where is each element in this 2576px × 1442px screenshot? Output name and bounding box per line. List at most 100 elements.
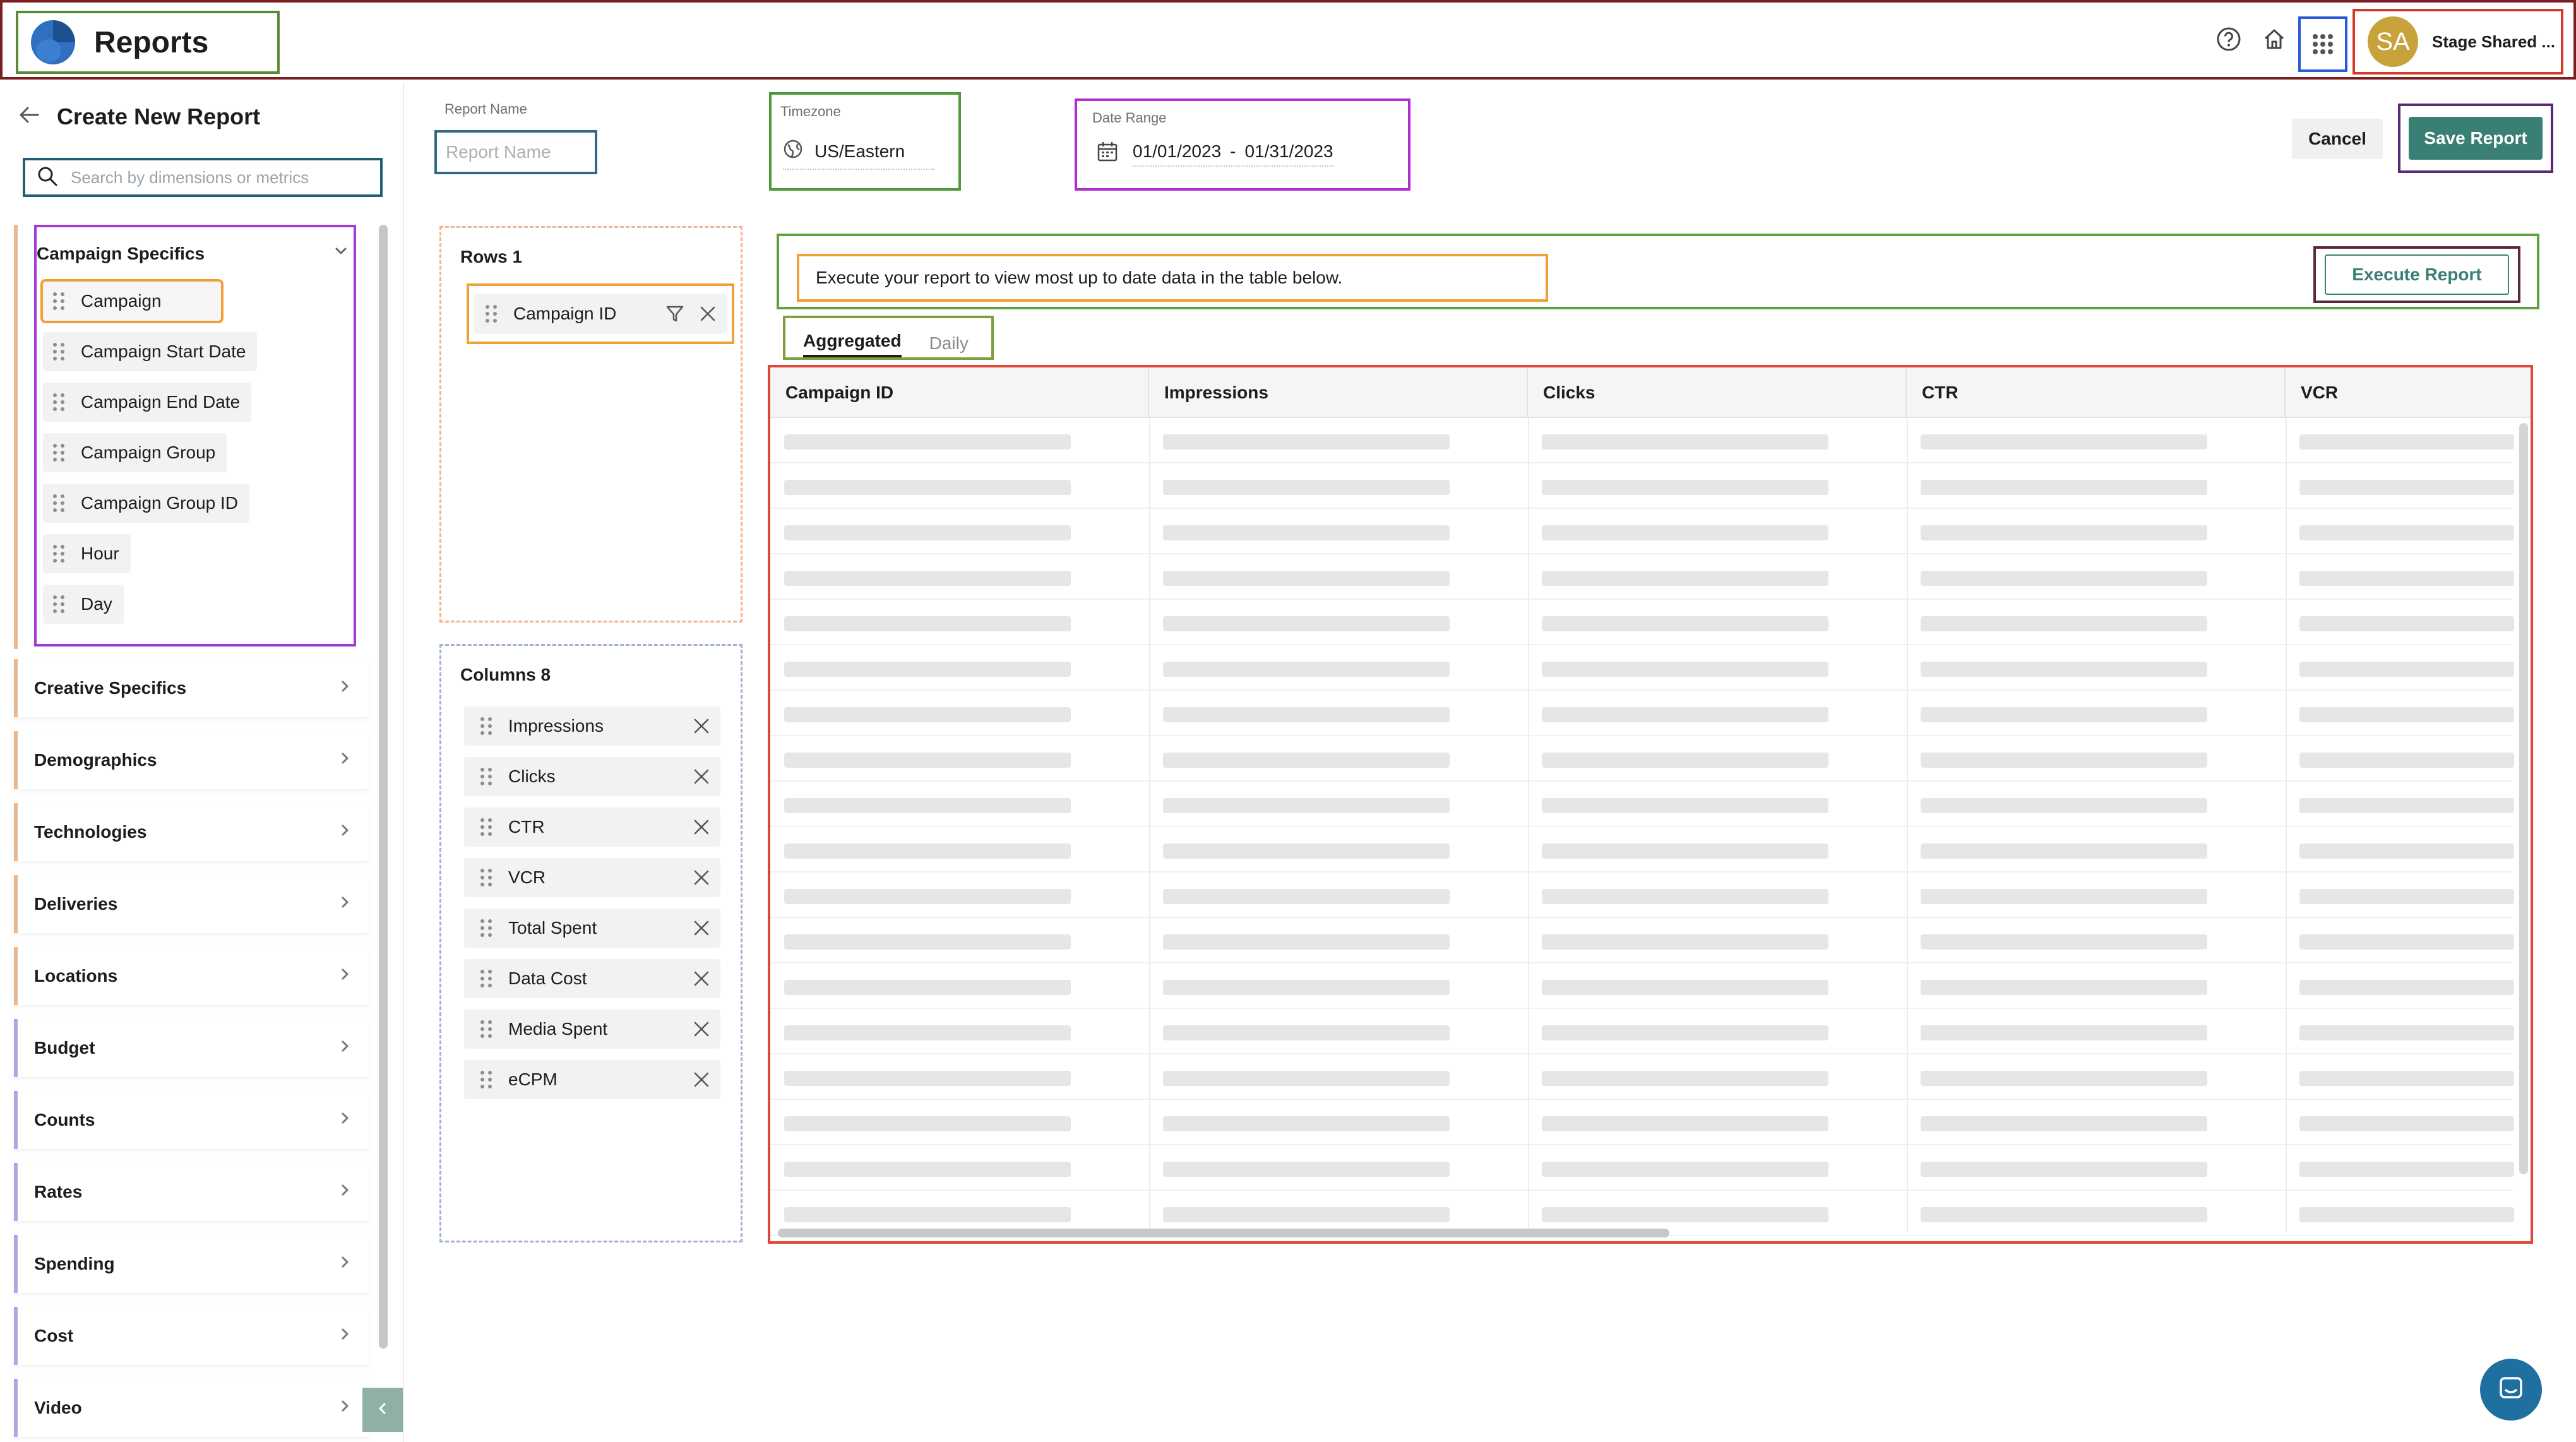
category-locations[interactable]: Locations xyxy=(14,947,369,1005)
report-name-field[interactable] xyxy=(434,130,597,174)
drag-handle-icon[interactable] xyxy=(480,1020,492,1038)
table-row xyxy=(770,1189,2513,1191)
table-horizontal-scrollbar[interactable] xyxy=(778,1229,1669,1237)
sidebar-scroll-thumb[interactable] xyxy=(379,225,388,1349)
search-box[interactable] xyxy=(23,158,383,197)
dimension-chip-hour[interactable]: Hour xyxy=(43,534,131,573)
sidebar-scrollbar[interactable] xyxy=(379,225,388,1349)
report-name-input[interactable] xyxy=(446,142,585,162)
table-row xyxy=(770,689,2513,691)
date-range-field[interactable]: Date Range 01/01/2023 - 01/31/2023 xyxy=(1075,98,1410,191)
dimension-chip-campaign-group[interactable]: Campaign Group xyxy=(43,433,227,472)
loading-placeholder xyxy=(784,934,1071,950)
drag-handle-icon[interactable] xyxy=(53,444,64,462)
column-header-vcr[interactable]: VCR xyxy=(2286,367,2531,418)
drag-handle-icon[interactable] xyxy=(486,305,497,323)
drag-handle-icon[interactable] xyxy=(53,595,64,613)
collapse-sidebar-button[interactable] xyxy=(362,1388,403,1432)
cancel-button[interactable]: Cancel xyxy=(2292,119,2383,159)
column-chip-data-cost[interactable]: Data Cost xyxy=(464,959,720,998)
start-date[interactable]: 01/01/2023 xyxy=(1133,141,1221,162)
column-chip-impressions[interactable]: Impressions xyxy=(464,706,720,746)
column-chip-vcr[interactable]: VCR xyxy=(464,858,720,897)
loading-placeholder xyxy=(1542,1071,1828,1086)
apps-grid-icon[interactable] xyxy=(2298,16,2347,72)
dimension-chip-campaign-group-id[interactable]: Campaign Group ID xyxy=(43,484,250,523)
dimension-chip-day[interactable]: Day xyxy=(43,585,124,624)
search-input[interactable] xyxy=(71,167,374,188)
close-icon[interactable] xyxy=(691,716,712,736)
close-icon[interactable] xyxy=(691,817,712,837)
column-header-ctr[interactable]: CTR xyxy=(1907,367,2286,418)
category-demographics[interactable]: Demographics xyxy=(14,731,369,789)
category-spending[interactable]: Spending xyxy=(14,1235,369,1293)
category-rates[interactable]: Rates xyxy=(14,1163,369,1221)
campaign-specifics-group: Campaign Specifics Campaign Campaign Sta… xyxy=(34,225,356,647)
date-range-picker[interactable]: 01/01/2023 - 01/31/2023 xyxy=(1096,140,1333,167)
category-video[interactable]: Video xyxy=(14,1379,369,1437)
column-chip-media-spent[interactable]: Media Spent xyxy=(464,1010,720,1049)
category-deliveries[interactable]: Deliveries xyxy=(14,875,369,933)
drag-handle-icon[interactable] xyxy=(480,818,492,836)
tab-aggregated[interactable]: Aggregated xyxy=(803,331,902,357)
loading-placeholder xyxy=(1542,1162,1828,1177)
loading-placeholder xyxy=(1921,1162,2207,1177)
dimension-chip-campaign[interactable]: Campaign xyxy=(40,279,224,323)
drag-handle-icon[interactable] xyxy=(53,545,64,563)
loading-placeholder xyxy=(784,1025,1071,1040)
end-date[interactable]: 01/31/2023 xyxy=(1244,141,1333,162)
column-chip-ctr[interactable]: CTR xyxy=(464,807,720,847)
drag-handle-icon[interactable] xyxy=(53,343,64,360)
drag-handle-icon[interactable] xyxy=(480,768,492,785)
table-row xyxy=(770,508,2513,509)
arrow-left-icon[interactable] xyxy=(16,102,42,131)
column-header-campaign-id[interactable]: Campaign ID xyxy=(770,367,1149,418)
save-report-button[interactable]: Save Report xyxy=(2409,117,2543,160)
help-circle-icon[interactable] xyxy=(2215,25,2243,53)
close-icon[interactable] xyxy=(698,304,718,328)
drag-handle-icon[interactable] xyxy=(480,919,492,937)
campaign-specifics-header[interactable]: Campaign Specifics xyxy=(37,242,359,265)
chevron-down-icon[interactable] xyxy=(332,242,350,265)
chevron-left-icon xyxy=(374,1400,391,1420)
filter-icon[interactable] xyxy=(665,304,685,328)
timezone-field[interactable]: Timezone US/Eastern xyxy=(769,92,961,191)
brand[interactable]: Reports xyxy=(16,11,280,74)
close-icon[interactable] xyxy=(691,1019,712,1039)
chat-button[interactable] xyxy=(2480,1359,2542,1421)
close-icon[interactable] xyxy=(691,918,712,938)
tab-daily[interactable]: Daily xyxy=(929,333,969,357)
close-icon[interactable] xyxy=(691,1070,712,1090)
category-budget[interactable]: Budget xyxy=(14,1019,369,1077)
drag-handle-icon[interactable] xyxy=(480,1071,492,1088)
close-icon[interactable] xyxy=(691,766,712,787)
dimension-chip-campaign-end-date[interactable]: Campaign End Date xyxy=(43,383,252,422)
app-root: Reports SA Stage Shared ... Create New R… xyxy=(0,0,2576,1442)
row-chip-campaign-id[interactable]: Campaign ID xyxy=(467,283,734,344)
category-counts[interactable]: Counts xyxy=(14,1091,369,1149)
drag-handle-icon[interactable] xyxy=(53,494,64,512)
drag-handle-icon[interactable] xyxy=(53,393,64,411)
drag-handle-icon[interactable] xyxy=(480,970,492,987)
user-menu[interactable]: SA Stage Shared ... xyxy=(2352,9,2563,74)
drag-handle-icon[interactable] xyxy=(480,717,492,735)
category-cost[interactable]: Cost xyxy=(14,1307,369,1365)
home-icon[interactable] xyxy=(2260,25,2288,53)
drag-handle-icon[interactable] xyxy=(480,869,492,886)
column-chip-total-spent[interactable]: Total Spent xyxy=(464,909,720,948)
column-chip-ecpm[interactable]: eCPM xyxy=(464,1060,720,1099)
table-vertical-scrollbar[interactable] xyxy=(2519,423,2528,1174)
drag-handle-icon[interactable] xyxy=(53,292,64,310)
column-header-impressions[interactable]: Impressions xyxy=(1149,367,1528,418)
timezone-select[interactable]: US/Eastern xyxy=(783,139,934,170)
rows-drop-zone[interactable]: Rows 1 Campaign ID xyxy=(439,226,742,623)
close-icon[interactable] xyxy=(691,867,712,888)
execute-report-button[interactable]: Execute Report xyxy=(2325,254,2509,295)
category-creative-specifics[interactable]: Creative Specifics xyxy=(14,659,369,717)
close-icon[interactable] xyxy=(691,968,712,989)
columns-drop-zone[interactable]: Columns 8 Impressions Clicks CTR VCR Tot… xyxy=(439,644,742,1242)
column-chip-clicks[interactable]: Clicks xyxy=(464,757,720,796)
category-technologies[interactable]: Technologies xyxy=(14,803,369,861)
column-header-clicks[interactable]: Clicks xyxy=(1528,367,1907,418)
dimension-chip-campaign-start-date[interactable]: Campaign Start Date xyxy=(43,332,258,371)
